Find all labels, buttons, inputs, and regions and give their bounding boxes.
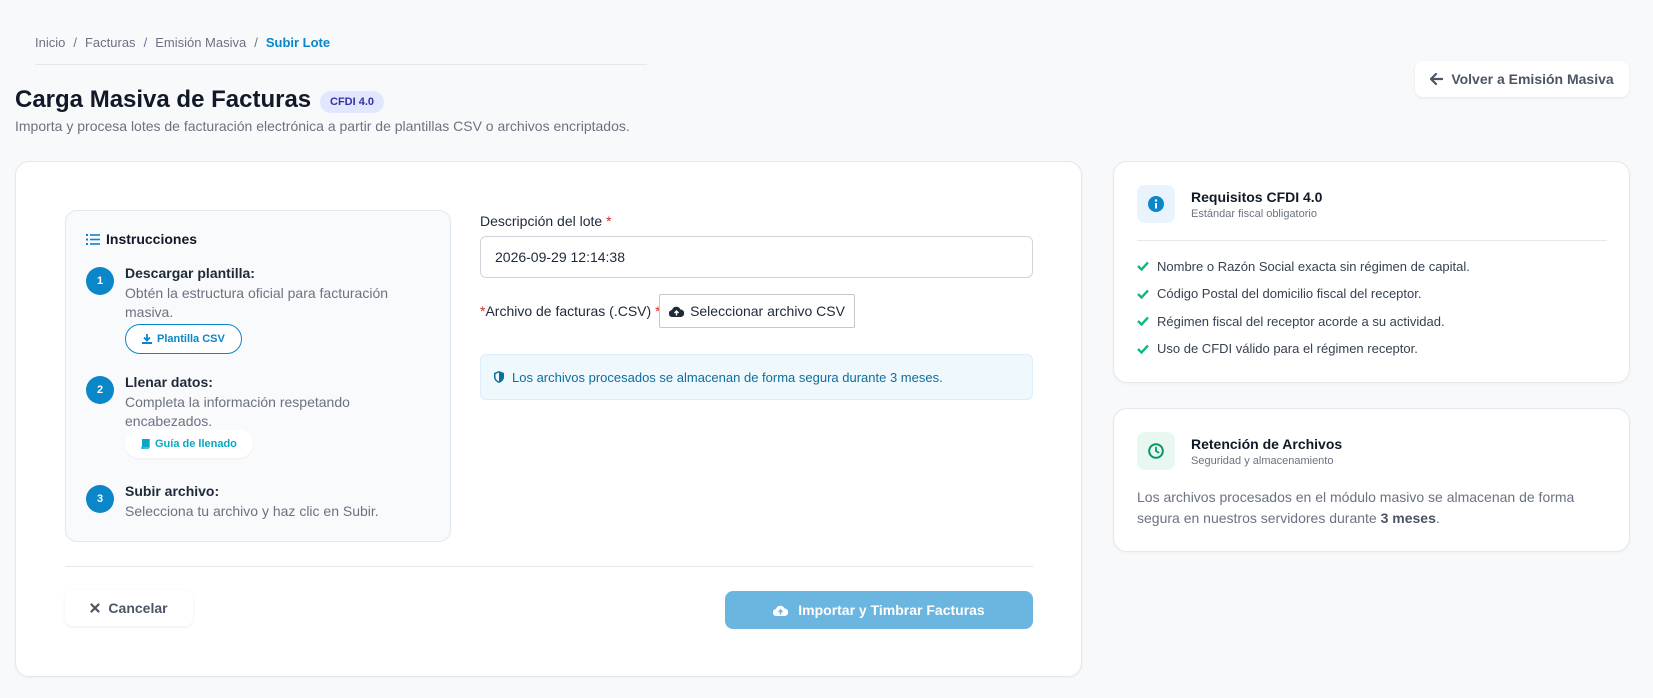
breadcrumb: Inicio / Facturas / Emisión Masiva / Sub… (35, 35, 647, 65)
import-and-stamp-button[interactable]: Importar y Timbrar Facturas (725, 591, 1033, 629)
requirements-title: Requisitos CFDI 4.0 (1191, 189, 1323, 205)
cfdi-requirements-card: Requisitos CFDI 4.0 Estándar fiscal obli… (1113, 161, 1630, 383)
step-title: Llenar datos: (125, 374, 213, 390)
cfdi-version-badge: CFDI 4.0 (320, 91, 385, 113)
import-button-label: Importar y Timbrar Facturas (798, 602, 985, 618)
instructions-title: Instrucciones (106, 231, 198, 247)
step-description: Obtén la estructura oficial para factura… (125, 285, 389, 320)
filling-guide-button[interactable]: Guía de llenado (125, 430, 253, 458)
step-title: Subir archivo: (125, 483, 220, 499)
requirements-subtitle: Estándar fiscal obligatorio (1191, 208, 1317, 220)
page-subtitle: Importa y procesa lotes de facturación e… (15, 118, 630, 134)
list-ol-icon (86, 233, 100, 245)
step-number: 1 (86, 267, 114, 295)
retention-text: Los archivos procesados en el módulo mas… (1137, 489, 1575, 526)
breadcrumb-facturas[interactable]: Facturas (85, 35, 136, 50)
retention-subtitle: Seguridad y almacenamiento (1191, 455, 1334, 467)
retention-title: Retención de Archivos (1191, 436, 1343, 452)
step-title: Descargar plantilla: (125, 265, 255, 281)
page-title: Carga Masiva de Facturas (15, 86, 312, 113)
file-retention-card: Retención de Archivos Seguridad y almace… (1113, 408, 1630, 552)
shield-icon (494, 371, 504, 383)
x-icon (90, 603, 101, 613)
check-icon (1137, 261, 1149, 271)
invoice-file-label-text: Archivo de facturas (.CSV) (485, 303, 652, 319)
breadcrumb-current: Subir Lote (265, 35, 331, 50)
step-description: Completa la información respetando encab… (125, 394, 350, 429)
select-csv-file-button[interactable]: Seleccionar archivo CSV (659, 294, 855, 328)
step-number: 3 (86, 485, 114, 513)
instructions-header: Instrucciones (86, 231, 197, 247)
cancel-button-label: Cancelar (108, 600, 168, 616)
requirements-divider (1137, 240, 1607, 241)
check-icon (1137, 289, 1149, 299)
cloud-upload-icon (669, 306, 685, 317)
book-icon (141, 439, 150, 449)
back-to-emision-button[interactable]: Volver a Emisión Masiva (1415, 61, 1629, 97)
requirement-item: Uso de CFDI válido para el régimen recep… (1137, 340, 1470, 358)
requirement-text: Uso de CFDI válido para el régimen recep… (1157, 341, 1418, 356)
batch-description-label-text: Descripción del lote (480, 213, 603, 229)
download-icon (142, 334, 152, 344)
retention-period: 3 meses (1380, 510, 1436, 526)
batch-description-input[interactable] (480, 236, 1033, 278)
cancel-button[interactable]: Cancelar (65, 590, 193, 626)
breadcrumb-separator: / (143, 35, 148, 50)
step-number: 2 (86, 376, 114, 404)
requirement-text: Nombre o Razón Social exacta sin régimen… (1157, 258, 1470, 274)
requirement-item: Régimen fiscal del receptor acorde a su … (1137, 312, 1470, 330)
arrow-left-icon (1430, 73, 1444, 85)
retention-text-end: . (1435, 510, 1440, 526)
info-circle-icon (1148, 196, 1164, 212)
breadcrumb-separator: / (254, 35, 258, 50)
batch-description-label: Descripción del lote * (480, 213, 612, 229)
form-divider (65, 566, 1033, 567)
requirement-text: Régimen fiscal del receptor acorde a su … (1157, 313, 1445, 329)
clock-icon (1148, 443, 1164, 459)
breadcrumb-emision-masiva[interactable]: Emisión Masiva (155, 35, 246, 50)
storage-notice-text: Los archivos procesados se almacenan de … (512, 369, 943, 385)
filling-guide-label: Guía de llenado (155, 438, 237, 450)
requirement-item: Nombre o Razón Social exacta sin régimen… (1137, 257, 1470, 275)
requirement-text: Código Postal del domicilio fiscal del r… (1157, 286, 1422, 301)
cloud-upload-icon (773, 605, 789, 616)
retention-description: Los archivos procesados en el módulo mas… (1137, 487, 1607, 529)
check-icon (1137, 316, 1149, 326)
check-icon (1137, 344, 1149, 354)
instructions-panel: Instrucciones 1 Descargar plantilla: Obt… (65, 210, 451, 542)
breadcrumb-separator: / (73, 35, 77, 50)
clock-icon-box (1137, 432, 1175, 470)
info-icon-box (1137, 185, 1175, 223)
select-csv-file-label: Seleccionar archivo CSV (690, 303, 845, 319)
storage-notice: Los archivos procesados se almacenan de … (480, 354, 1033, 400)
requirements-list: Nombre o Razón Social exacta sin régimen… (1137, 257, 1470, 367)
required-marker: * (606, 213, 612, 229)
requirement-item: Código Postal del domicilio fiscal del r… (1137, 285, 1470, 303)
invoice-file-label: *Archivo de facturas (.CSV) * (480, 303, 661, 319)
download-template-label: Plantilla CSV (157, 333, 225, 345)
step-description: Selecciona tu archivo y haz clic en Subi… (125, 503, 379, 519)
upload-form-card: Instrucciones 1 Descargar plantilla: Obt… (15, 161, 1082, 677)
back-button-label: Volver a Emisión Masiva (1451, 71, 1614, 87)
breadcrumb-inicio[interactable]: Inicio (35, 35, 65, 50)
download-template-button[interactable]: Plantilla CSV (125, 324, 242, 354)
